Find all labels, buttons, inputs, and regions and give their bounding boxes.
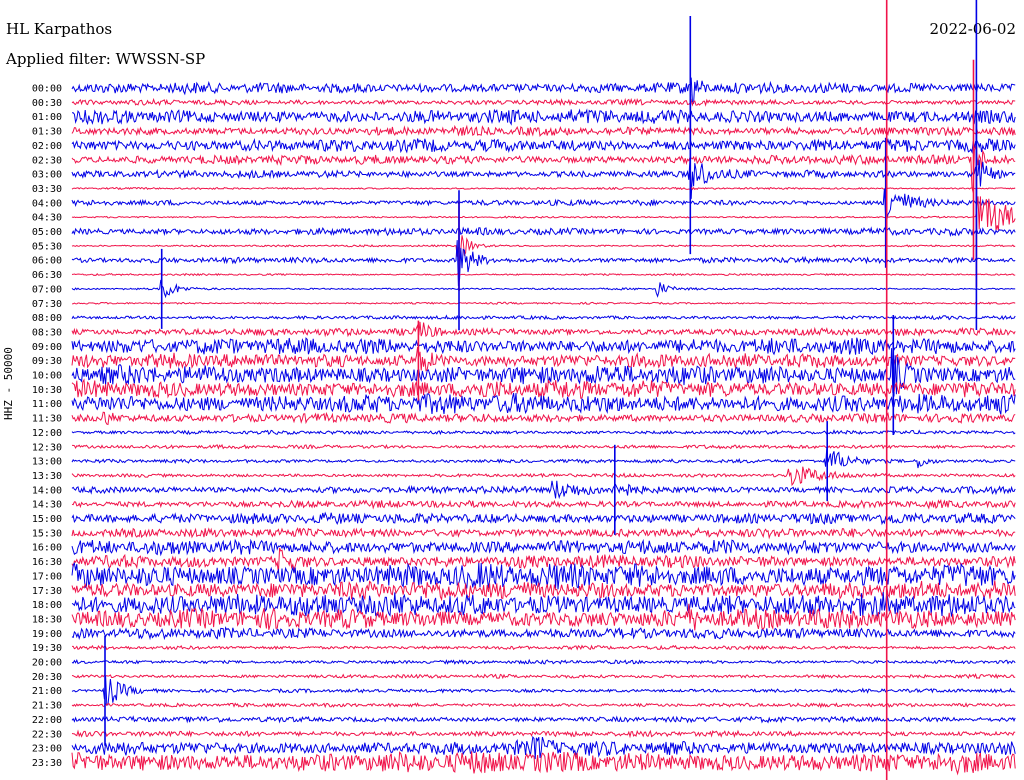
- trace-line: [71, 77, 1016, 104]
- time-tick-label: 00:00: [32, 84, 62, 95]
- seismogram-plot: 00:00 00:30 01:00 01:30 02:00 02:30 03:00 03:30…: [32, 0, 1016, 780]
- trace-line: [72, 443, 1016, 450]
- trace-line: [71, 480, 1016, 500]
- time-tick-label: 22:30: [32, 729, 62, 740]
- time-tick-label: 05:30: [32, 241, 62, 252]
- time-tick-label: 21:00: [32, 686, 62, 697]
- time-tick-label: 23:00: [32, 744, 62, 755]
- trace-line: [71, 314, 1016, 321]
- trace-line: [71, 411, 1016, 426]
- trace-line: [71, 561, 1016, 590]
- time-tick-label: 16:30: [32, 557, 62, 568]
- time-tick-label: 14:30: [32, 500, 62, 511]
- time-tick-label: 08:00: [32, 313, 62, 324]
- trace-line: [71, 235, 1016, 262]
- time-tick-label: 02:30: [32, 155, 62, 166]
- time-tick-label: 10:00: [32, 371, 62, 382]
- time-tick-label: 08:30: [32, 327, 62, 338]
- time-tick-label: 06:00: [32, 256, 62, 267]
- trace-line: [71, 348, 1016, 397]
- time-tick-label: 12:00: [32, 428, 62, 439]
- trace-line: [71, 538, 1016, 557]
- time-tick-label: 00:30: [32, 98, 62, 109]
- time-tick-label: 06:30: [32, 270, 62, 281]
- trace-line: [71, 673, 1016, 680]
- trace-line: [71, 188, 1016, 222]
- trace-line: [71, 658, 1016, 665]
- trace-line: [71, 321, 1016, 338]
- trace-line: [71, 580, 1016, 602]
- time-tick-label: 11:00: [32, 399, 62, 410]
- trace-line: [71, 186, 1016, 191]
- time-tick-label: 02:00: [32, 141, 62, 152]
- time-tick-label: 11:30: [32, 414, 62, 425]
- trace-line: [71, 429, 1016, 436]
- time-tick-label: 03:00: [32, 170, 62, 181]
- trace-line: [71, 279, 1016, 299]
- trace-line: [71, 157, 1016, 199]
- trace-line: [71, 526, 1016, 540]
- trace-line: [72, 644, 1016, 651]
- trace-line: [71, 447, 1016, 469]
- trace-line: [71, 226, 1016, 237]
- seismogram-traces: [71, 77, 1016, 776]
- trace-line: [71, 301, 1016, 305]
- trace-line: [71, 392, 1016, 415]
- time-tick-label: 17:00: [32, 571, 62, 582]
- time-tick-label: 04:30: [32, 213, 62, 224]
- trace-line: [71, 97, 1016, 107]
- trace-line: [71, 626, 1016, 641]
- time-tick-label: 21:30: [32, 701, 62, 712]
- trace-line: [71, 511, 1016, 526]
- time-tick-label: 20:00: [32, 658, 62, 669]
- trace-line: [71, 337, 1016, 356]
- trace-line: [71, 498, 1016, 510]
- time-tick-label: 13:00: [32, 457, 62, 468]
- time-tick-label: 19:30: [32, 643, 62, 654]
- time-tick-label: 15:00: [32, 514, 62, 525]
- trace-line: [71, 124, 1016, 137]
- time-tick-label: 15:30: [32, 528, 62, 539]
- time-tick-label: 07:30: [32, 299, 62, 310]
- trace-line: [71, 715, 1016, 724]
- trace-line: [71, 702, 1016, 709]
- trace-line: [71, 145, 1016, 193]
- trace-line: [72, 108, 1016, 126]
- trace-line: [71, 137, 1016, 154]
- time-tick-label: 01:00: [32, 112, 62, 123]
- time-tick-label: 04:00: [32, 198, 62, 209]
- time-tick-label: 09:30: [32, 356, 62, 367]
- time-tick-label: 01:30: [32, 127, 62, 138]
- trace-line: [71, 675, 1016, 706]
- time-tick-label: 05:00: [32, 227, 62, 238]
- time-tick-label: 18:00: [32, 600, 62, 611]
- time-tick-label: 03:30: [32, 184, 62, 195]
- time-tick-label: 20:30: [32, 672, 62, 683]
- trace-line: [71, 466, 1016, 487]
- time-tick-label: 16:00: [32, 543, 62, 554]
- time-tick-label: 12:30: [32, 442, 62, 453]
- time-tick-label: 07:00: [32, 284, 62, 295]
- time-tick-label: 09:00: [32, 342, 62, 353]
- time-tick-label: 18:30: [32, 614, 62, 625]
- time-tick-label: 14:00: [32, 485, 62, 496]
- time-tick-label: 17:30: [32, 586, 62, 597]
- trace-line: [71, 751, 1016, 776]
- trace-line: [71, 729, 1016, 739]
- time-tick-label: 13:30: [32, 471, 62, 482]
- time-tick-labels: 00:00 00:30 01:00 01:30 02:00 02:30 03:00 03:30…: [32, 84, 62, 769]
- time-tick-label: 23:30: [32, 758, 62, 769]
- time-tick-label: 19:00: [32, 629, 62, 640]
- time-tick-label: 10:30: [32, 385, 62, 396]
- trace-line: [71, 272, 1016, 277]
- time-tick-label: 22:00: [32, 715, 62, 726]
